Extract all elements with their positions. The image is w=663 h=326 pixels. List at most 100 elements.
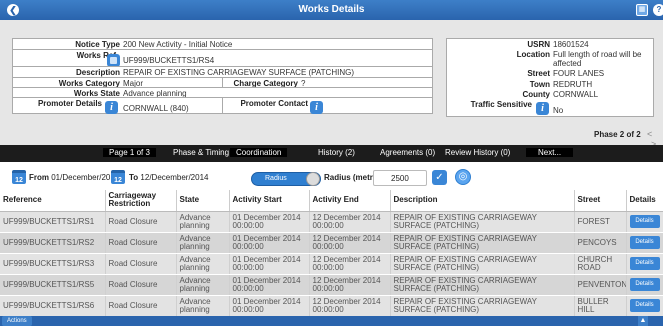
to-date: 12/December/2014 bbox=[140, 173, 209, 182]
location-label: Location bbox=[516, 50, 550, 59]
start-cell: 01 December 2014 00:00:00 bbox=[229, 232, 310, 254]
toggle-knob[interactable] bbox=[306, 172, 320, 186]
tab-page-indicator[interactable]: Page 1 of 3 bbox=[103, 148, 156, 157]
chevron-left-icon[interactable]: < bbox=[647, 129, 652, 139]
street-label: Street bbox=[527, 69, 550, 78]
column-header-street[interactable]: Street bbox=[574, 190, 627, 212]
restriction-cell: Road Closure bbox=[105, 274, 177, 296]
check-icon[interactable]: ✓ bbox=[432, 170, 447, 185]
description-cell: REPAIR OF EXISTING CARRIAGEWAY SURFACE (… bbox=[390, 253, 575, 275]
town-value: REDRUTH bbox=[553, 80, 593, 89]
table-row[interactable]: UF999/BUCKETTS1/RS1 Road Closure Advance… bbox=[0, 211, 663, 233]
calendar-icon[interactable]: ▦ bbox=[636, 4, 648, 16]
phase-indicator: Phase 2 of 2 bbox=[594, 130, 641, 139]
end-cell: 12 December 2014 00:00:00 bbox=[309, 295, 391, 317]
reference-cell: UF999/BUCKETTS1/RS6 bbox=[0, 295, 106, 317]
tab-next[interactable]: Next... bbox=[526, 148, 574, 157]
county-value: CORNWALL bbox=[553, 90, 599, 99]
state-cell: Advance planning bbox=[176, 295, 230, 317]
state-cell: Advance planning bbox=[176, 211, 230, 233]
street-cell: CHURCH ROAD bbox=[574, 253, 627, 275]
description-cell: REPAIR OF EXISTING CARRIAGEWAY SURFACE (… bbox=[390, 295, 575, 317]
column-header-activity-start[interactable]: Activity Start bbox=[229, 190, 310, 212]
end-cell: 12 December 2014 00:00:00 bbox=[309, 253, 391, 275]
state-cell: Advance planning bbox=[176, 253, 230, 275]
globe-icon[interactable]: ◎ bbox=[455, 169, 471, 185]
works-ref-value: UF999/BUCKETTS1/RS4 bbox=[123, 56, 215, 65]
help-icon[interactable]: ? bbox=[653, 4, 663, 16]
column-header-reference[interactable]: Reference bbox=[0, 190, 106, 212]
details-button[interactable]: Details bbox=[629, 215, 660, 228]
description-cell: REPAIR OF EXISTING CARRIAGEWAY SURFACE (… bbox=[390, 274, 575, 296]
promoter-contact-info-icon[interactable]: i bbox=[310, 101, 323, 114]
tab-review-history[interactable]: Review History (0) bbox=[445, 148, 510, 157]
street-cell: PENVENTON bbox=[574, 274, 627, 296]
page-title: Works Details bbox=[298, 4, 365, 15]
reference-cell: UF999/BUCKETTS1/RS1 bbox=[0, 211, 106, 233]
street-cell: BULLER HILL bbox=[574, 295, 627, 317]
column-header-restriction[interactable]: Carriageway Restriction bbox=[105, 190, 177, 212]
location-value-line1: Full length of road will be bbox=[553, 50, 642, 59]
details-button[interactable]: Details bbox=[629, 278, 660, 291]
column-header-details: Details bbox=[626, 190, 663, 212]
table-row[interactable]: UF999/BUCKETTS1/RS2 Road Closure Advance… bbox=[0, 232, 663, 254]
restriction-cell: Road Closure bbox=[105, 295, 177, 317]
tab-history[interactable]: History (2) bbox=[318, 148, 355, 157]
column-header-activity-end[interactable]: Activity End bbox=[309, 190, 391, 212]
promoter-details-value: CORNWALL (840) bbox=[123, 104, 189, 113]
promoter-contact-label: Promoter Contact bbox=[240, 99, 308, 108]
to-calendar-icon[interactable]: 12 bbox=[111, 170, 125, 184]
table-row[interactable]: UF999/BUCKETTS1/RS6 Road Closure Advance… bbox=[0, 295, 663, 317]
details-button[interactable]: Details bbox=[629, 299, 660, 312]
town-label: Town bbox=[529, 80, 550, 89]
start-cell: 01 December 2014 00:00:00 bbox=[229, 274, 310, 296]
notice-type-label: Notice Type bbox=[75, 40, 120, 49]
usrn-value: 18601524 bbox=[553, 40, 589, 49]
from-label: From bbox=[29, 173, 49, 182]
radius-input[interactable] bbox=[373, 170, 427, 186]
reference-cell: UF999/BUCKETTS1/RS5 bbox=[0, 274, 106, 296]
street-cell: FOREST bbox=[574, 211, 627, 233]
divider bbox=[12, 87, 433, 88]
from-calendar-icon[interactable]: 12 bbox=[12, 170, 26, 184]
to-label: To bbox=[129, 173, 139, 182]
from-date: 01/December/2014 bbox=[51, 173, 120, 182]
details-cell: Details bbox=[626, 253, 663, 275]
street-cell: PENCOYS bbox=[574, 232, 627, 254]
tab-phase-timing[interactable]: Phase & Timing bbox=[173, 148, 229, 157]
reference-cell: UF999/BUCKETTS1/RS3 bbox=[0, 253, 106, 275]
divider bbox=[12, 66, 433, 67]
description-cell: REPAIR OF EXISTING CARRIAGEWAY SURFACE (… bbox=[390, 232, 575, 254]
usrn-label: USRN bbox=[527, 40, 550, 49]
table-row[interactable]: UF999/BUCKETTS1/RS5 Road Closure Advance… bbox=[0, 274, 663, 296]
traffic-sensitive-info-icon[interactable]: i bbox=[536, 102, 549, 115]
restriction-cell: Road Closure bbox=[105, 232, 177, 254]
location-value-line2: affected bbox=[553, 59, 582, 68]
column-header-description[interactable]: Description bbox=[390, 190, 575, 212]
details-cell: Details bbox=[626, 274, 663, 296]
state-cell: Advance planning bbox=[176, 232, 230, 254]
arrow-up-icon[interactable]: ▲ bbox=[638, 316, 648, 326]
start-cell: 01 December 2014 00:00:00 bbox=[229, 211, 310, 233]
promoter-details-info-icon[interactable]: i bbox=[105, 101, 118, 114]
column-header-state[interactable]: State bbox=[176, 190, 230, 212]
bottom-bar bbox=[0, 316, 663, 326]
tab-agreements[interactable]: Agreements (0) bbox=[380, 148, 435, 157]
table-row[interactable]: UF999/BUCKETTS1/RS3 Road Closure Advance… bbox=[0, 253, 663, 275]
end-cell: 12 December 2014 00:00:00 bbox=[309, 274, 391, 296]
tab-coordination[interactable]: Coordination bbox=[230, 148, 288, 157]
radius-toggle[interactable]: Radius bbox=[251, 172, 321, 186]
title-bar: ❮ Works Details ▦ ? bbox=[0, 0, 663, 20]
details-button[interactable]: Details bbox=[629, 236, 660, 249]
actions-button[interactable]: Actions bbox=[2, 316, 32, 326]
from-filter: From 01/December/2014 bbox=[29, 173, 119, 182]
street-value: FOUR LANES bbox=[553, 69, 605, 78]
details-cell: Details bbox=[626, 295, 663, 317]
end-cell: 12 December 2014 00:00:00 bbox=[309, 232, 391, 254]
divider bbox=[222, 97, 223, 114]
traffic-sensitive-value: No bbox=[553, 106, 564, 115]
reference-cell: UF999/BUCKETTS1/RS2 bbox=[0, 232, 106, 254]
details-button[interactable]: Details bbox=[629, 257, 660, 270]
traffic-sensitive-label: Traffic Sensitive bbox=[470, 100, 532, 109]
restriction-cell: Road Closure bbox=[105, 211, 177, 233]
